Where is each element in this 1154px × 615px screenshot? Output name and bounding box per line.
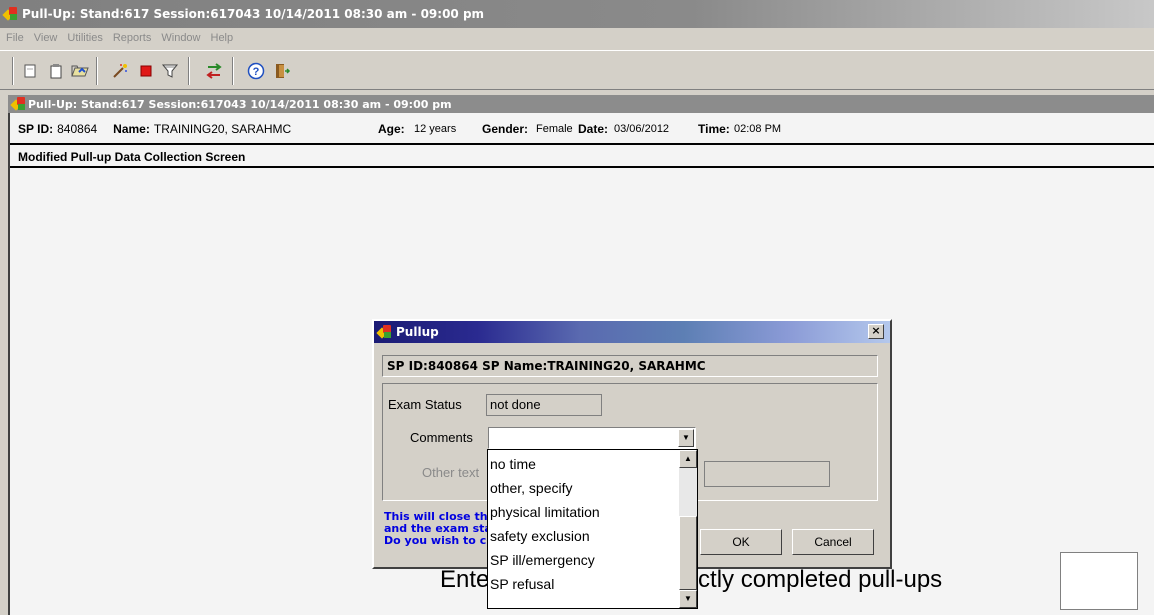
list-item[interactable]: no time	[490, 456, 536, 472]
scroll-up-icon[interactable]: ▲	[679, 450, 697, 468]
age-value: 12 years	[414, 123, 457, 135]
close-warning: This will close th and the exam sta Do y…	[384, 511, 494, 547]
child-window-title: Pull-Up: Stand:617 Session:617043 10/14/…	[28, 97, 452, 111]
child-window-title-bar[interactable]: Pull-Up: Stand:617 Session:617043 10/14/…	[8, 95, 1154, 113]
menu-utilities[interactable]: Utilities	[67, 32, 102, 44]
list-item[interactable]: SP refusal	[490, 576, 554, 592]
dialog-title-bar[interactable]: Pullup ×	[374, 321, 890, 343]
title-divider	[10, 166, 1154, 168]
menu-window[interactable]: Window	[161, 32, 200, 44]
date-label: Date:	[578, 122, 609, 136]
gender-label: Gender:	[482, 122, 529, 136]
dialog-sp-line: SP ID:840864 SP Name:TRAINING20, SARAHMC	[382, 355, 878, 377]
toolbar-separator	[232, 57, 234, 85]
time-label: Time:	[698, 122, 730, 136]
magic-wand-icon[interactable]	[110, 61, 130, 81]
comments-select[interactable]: ▼	[488, 427, 696, 449]
svg-text:?: ?	[253, 66, 260, 78]
sp-id-value: 840864	[57, 122, 98, 136]
app-logo-icon	[2, 7, 18, 21]
toolbar-separator	[12, 57, 14, 85]
screen-title: Modified Pull-up Data Collection Screen	[18, 150, 246, 164]
toolbar-separator	[96, 57, 98, 85]
list-item[interactable]: other, specify	[490, 480, 573, 496]
participant-header: SP ID: 840864 Name: TRAINING20, SARAHMC …	[10, 116, 1154, 142]
cancel-button[interactable]: Cancel	[792, 529, 874, 555]
ok-button[interactable]: OK	[700, 529, 782, 555]
header-divider	[10, 143, 1154, 145]
name-value: TRAINING20, SARAHMC	[153, 122, 292, 136]
help-icon[interactable]: ?	[246, 61, 266, 81]
clipboard-icon[interactable]	[46, 61, 66, 81]
name-label: Name:	[113, 122, 150, 136]
list-item[interactable]: physical limitation	[490, 504, 600, 520]
exam-status-field: not done	[486, 394, 602, 416]
menu-help[interactable]: Help	[211, 32, 234, 44]
close-icon[interactable]: ×	[868, 324, 884, 339]
toolbar-separator	[188, 57, 190, 85]
warning-line: Do you wish to c	[384, 534, 487, 547]
list-item[interactable]: SP ill/emergency	[490, 552, 595, 568]
comments-dropdown-list: no time other, specify physical limitati…	[487, 449, 698, 609]
scroll-down-icon[interactable]: ▼	[679, 590, 697, 608]
toolbar: ?	[0, 50, 1154, 90]
menu-file[interactable]: File	[6, 32, 24, 44]
dialog-title: Pullup	[396, 325, 439, 339]
folder-icon[interactable]	[70, 61, 90, 81]
list-item[interactable]: safety exclusion	[490, 528, 590, 544]
date-value: 03/06/2012	[614, 123, 670, 135]
app-title-bar[interactable]: Pull-Up: Stand:617 Session:617043 10/14/…	[0, 0, 1154, 28]
menu-bar: File View Utilities Reports Window Help	[0, 28, 1154, 48]
child-window-logo-icon	[10, 97, 26, 111]
other-text-label: Other text	[422, 465, 480, 480]
exam-status-label: Exam Status	[388, 397, 462, 412]
gender-value: Female	[536, 123, 573, 135]
comments-label: Comments	[410, 430, 473, 445]
stop-icon[interactable]	[136, 61, 156, 81]
time-value: 02:08 PM	[734, 123, 782, 135]
new-doc-icon[interactable]	[20, 61, 40, 81]
menu-reports[interactable]: Reports	[113, 32, 152, 44]
pullup-count-input[interactable]	[1060, 552, 1138, 610]
menu-view[interactable]: View	[34, 32, 58, 44]
sp-id-label: SP ID:	[18, 122, 54, 136]
transfer-icon[interactable]	[204, 61, 224, 81]
chevron-down-icon[interactable]: ▼	[678, 429, 694, 447]
dropdown-scrollbar[interactable]: ▲ ▼	[679, 450, 697, 608]
app-title: Pull-Up: Stand:617 Session:617043 10/14/…	[22, 7, 485, 21]
filter-icon[interactable]	[160, 61, 180, 81]
other-text-input[interactable]	[704, 461, 830, 487]
scroll-thumb[interactable]	[679, 516, 697, 590]
age-label: Age:	[378, 122, 405, 136]
dialog-logo-icon	[376, 325, 392, 339]
exit-icon[interactable]	[272, 61, 292, 81]
